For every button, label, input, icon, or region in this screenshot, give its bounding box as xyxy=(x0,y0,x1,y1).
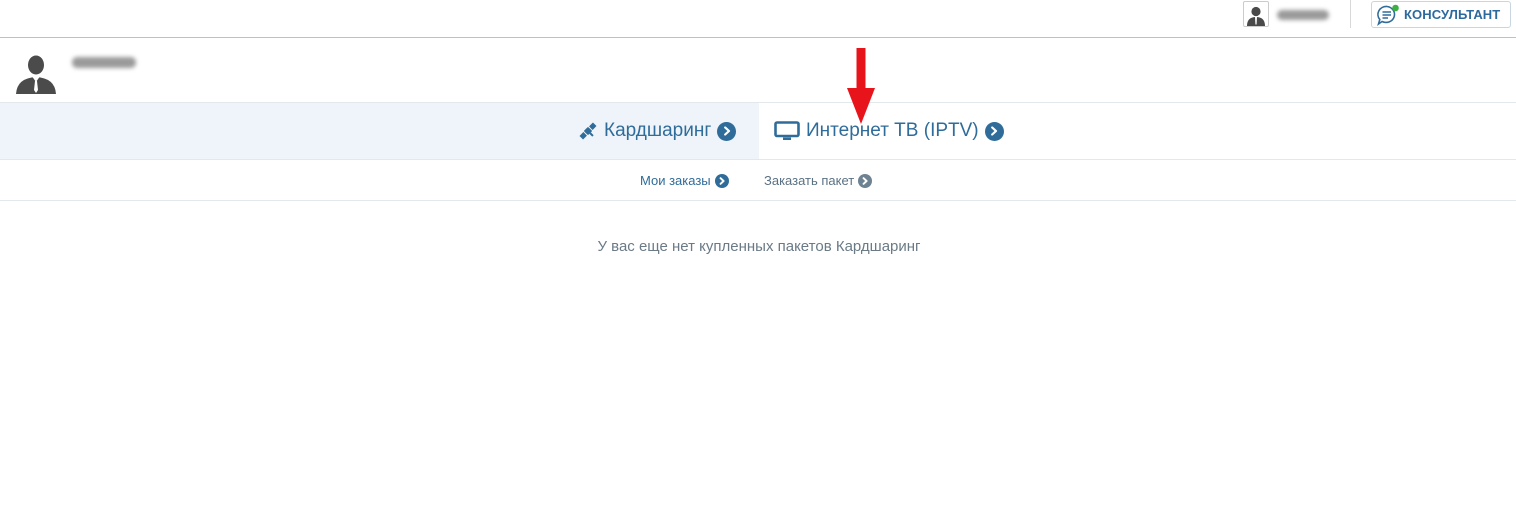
my-orders-label: Мои заказы xyxy=(640,173,711,188)
order-package-link[interactable]: Заказать пакет xyxy=(764,173,873,188)
top-user-menu[interactable] xyxy=(1243,1,1329,27)
red-arrow-annotation xyxy=(847,48,875,124)
monitor-icon xyxy=(774,121,800,141)
top-user-name[interactable] xyxy=(1277,7,1329,22)
service-tabs: Кардшаринг Интернет ТВ (IPTV) xyxy=(0,102,1516,160)
tab-cardsharing-label: Кардшаринг xyxy=(604,120,712,141)
chevron-right-icon xyxy=(717,121,737,141)
consultant-button[interactable]: КОНСУЛЬТАНТ xyxy=(1371,1,1511,28)
user-avatar-icon xyxy=(1243,1,1269,27)
empty-state-text: У вас еще нет купленных пакетов Кардшари… xyxy=(597,238,921,255)
order-package-label: Заказать пакет xyxy=(764,173,855,188)
chevron-right-icon xyxy=(984,121,1004,141)
masked-username xyxy=(1277,10,1329,21)
chevron-right-icon xyxy=(858,173,873,188)
tab-iptv[interactable]: Интернет ТВ (IPTV) xyxy=(774,103,1004,159)
profile-avatar-icon xyxy=(15,52,57,94)
chat-icon xyxy=(1376,4,1400,26)
consultant-label: КОНСУЛЬТАНТ xyxy=(1404,7,1501,22)
top-divider xyxy=(1350,0,1351,28)
profile-name xyxy=(72,54,136,72)
my-orders-link[interactable]: Мои заказы xyxy=(640,173,729,188)
satellite-icon xyxy=(578,121,598,141)
sub-navigation: Мои заказы Заказать пакет xyxy=(0,160,1516,201)
masked-profile-name xyxy=(72,57,136,69)
empty-state-message: У вас еще нет купленных пакетов Кардшари… xyxy=(0,238,1516,255)
profile-header xyxy=(0,38,1516,102)
top-bar: КОНСУЛЬТАНТ xyxy=(0,0,1516,38)
tab-cardsharing[interactable]: Кардшаринг xyxy=(578,103,737,159)
tab-iptv-label: Интернет ТВ (IPTV) xyxy=(806,120,979,141)
chevron-right-icon xyxy=(714,173,729,188)
